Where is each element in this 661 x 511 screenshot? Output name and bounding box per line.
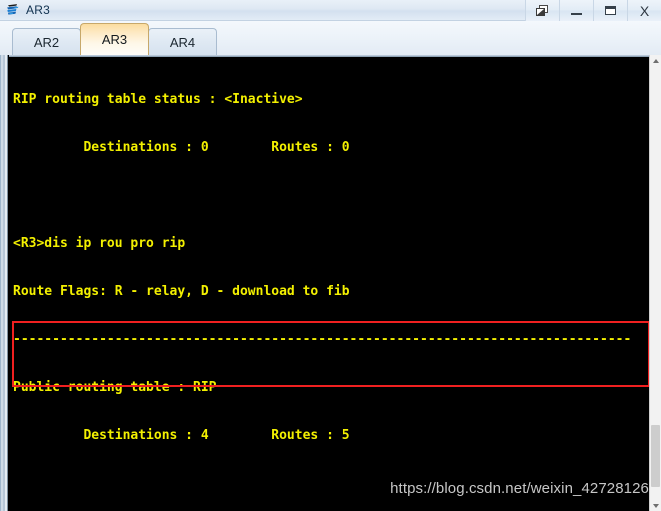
tab-ar4-label: AR4 xyxy=(169,34,196,50)
ensp-cli-window: AR3 X AR2 AR3 AR4 RIP routing table stat… xyxy=(0,0,661,511)
terminal-line: ----------------------------------------… xyxy=(13,332,632,347)
maximize-icon xyxy=(605,6,616,15)
window-controls: X xyxy=(525,0,661,21)
tab-ar3-label: AR3 xyxy=(101,32,128,47)
close-icon: X xyxy=(639,2,650,19)
terminal-scrollbar[interactable] xyxy=(649,55,661,511)
tab-ar2-label: AR2 xyxy=(33,34,60,50)
terminal-line: Public routing table : RIP xyxy=(13,380,217,395)
terminal-output: RIP routing table status : <Inactive> De… xyxy=(13,60,653,511)
chevron-down-icon xyxy=(652,503,659,508)
restore-icon xyxy=(536,4,549,17)
restore-button[interactable] xyxy=(525,0,559,21)
device-tab-strip: AR2 AR3 AR4 xyxy=(0,21,661,55)
terminal-line: Destinations : 0 Routes : 0 xyxy=(13,140,350,155)
terminal-line: RIP routing table status : <Inactive> xyxy=(13,92,303,107)
close-button[interactable]: X xyxy=(627,0,661,21)
minimize-icon xyxy=(571,12,582,15)
terminal-line: <R3>dis ip rou pro rip xyxy=(13,236,186,251)
scrollbar-thumb[interactable] xyxy=(651,425,660,487)
watermark-text: https://blog.csdn.net/weixin_42728126 xyxy=(390,480,649,497)
terminal-left-bevel xyxy=(0,55,9,511)
ensp-router-icon xyxy=(7,4,19,15)
title-bar: AR3 X xyxy=(0,0,661,21)
minimize-button[interactable] xyxy=(559,0,593,21)
tab-ar2[interactable]: AR2 xyxy=(12,28,81,55)
terminal-line: Destinations : 4 Routes : 5 xyxy=(13,428,350,443)
maximize-button[interactable] xyxy=(593,0,627,21)
tab-ar4[interactable]: AR4 xyxy=(148,28,217,55)
window-title: AR3 xyxy=(26,3,50,17)
terminal-top-bevel xyxy=(0,55,661,58)
scroll-down-button[interactable] xyxy=(650,500,661,511)
terminal-line: Route Flags: R - relay, D - download to … xyxy=(13,284,350,299)
scroll-up-button[interactable] xyxy=(650,55,661,66)
tab-ar3[interactable]: AR3 xyxy=(80,23,149,55)
chevron-up-icon xyxy=(652,58,659,63)
cli-terminal[interactable]: RIP routing table status : <Inactive> De… xyxy=(0,55,661,511)
